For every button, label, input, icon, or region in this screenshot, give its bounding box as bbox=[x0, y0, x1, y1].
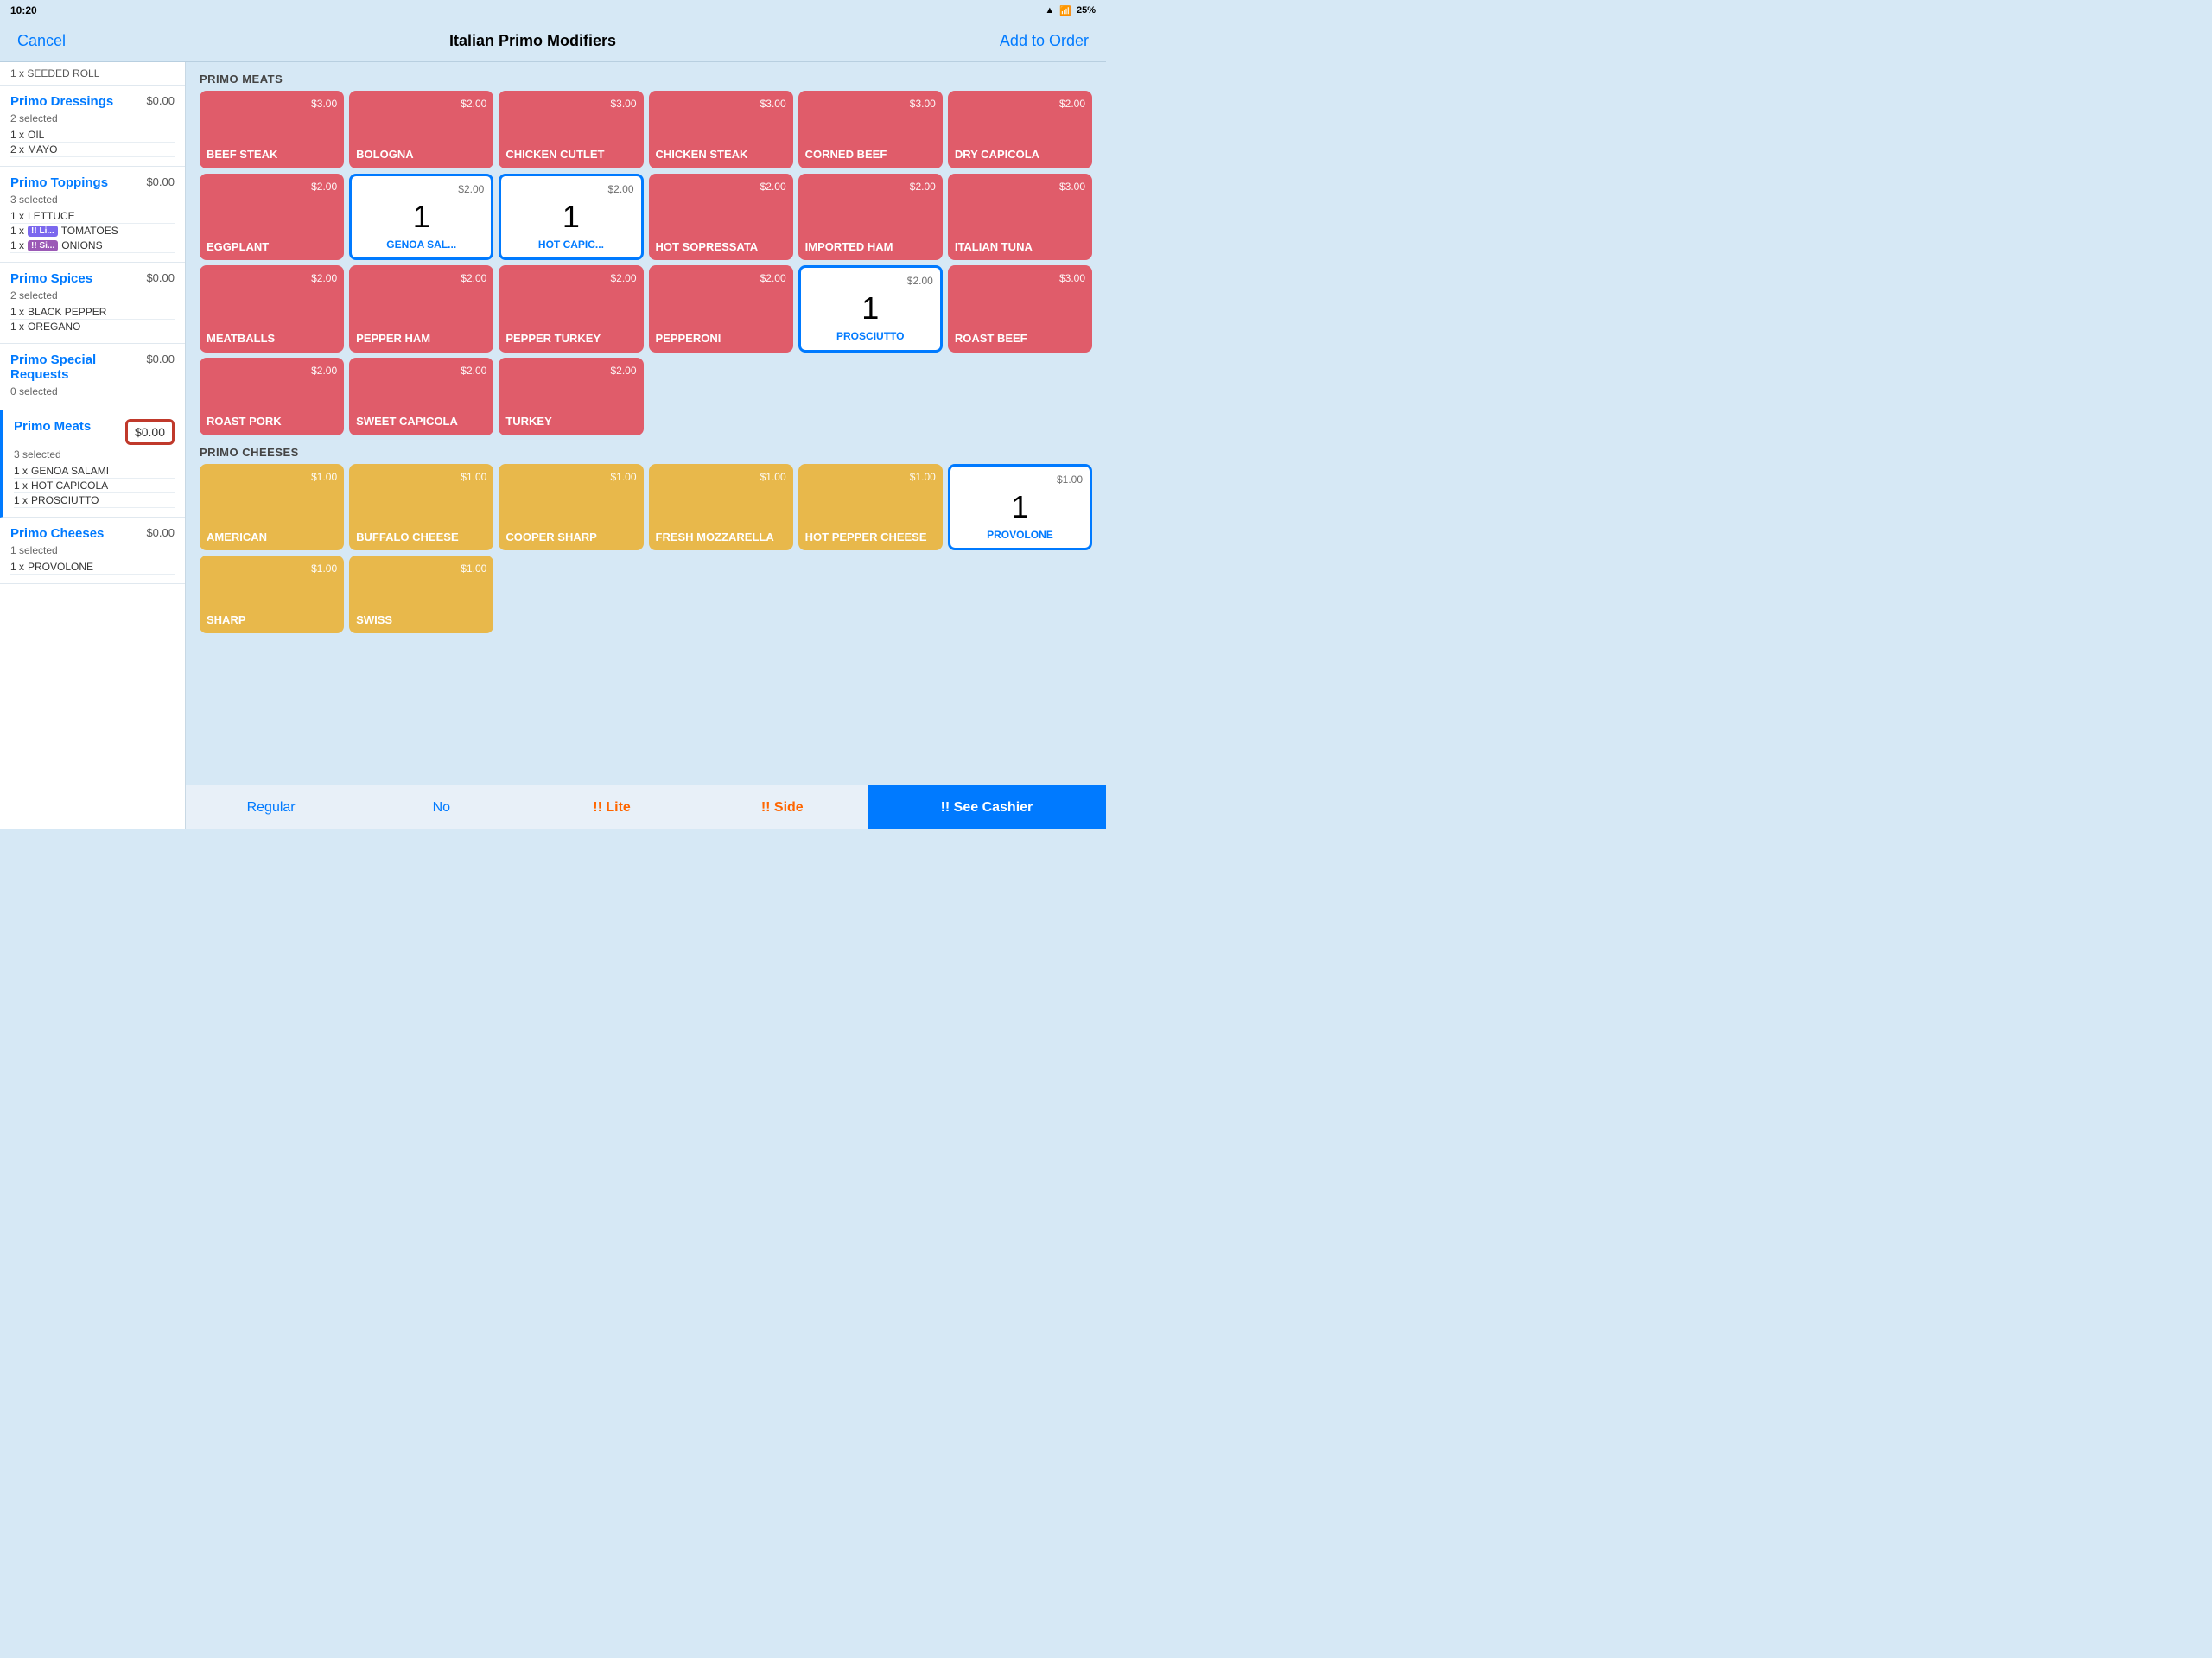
special-label: Primo Special Requests bbox=[10, 353, 146, 382]
meat-tile-pepper-turkey[interactable]: $2.00 PEPPER TURKEY bbox=[499, 265, 643, 352]
sidebar: 1 x SEEDED ROLL Primo Dressings $0.00 2 … bbox=[0, 62, 186, 829]
meat-tile-prosciutto[interactable]: $2.00 1 PROSCIUTTO bbox=[798, 265, 943, 352]
cheeses-section-label: PRIMO CHEESES bbox=[200, 446, 1092, 459]
meat-tile-dry-capicola[interactable]: $2.00 DRY CAPICOLA bbox=[948, 91, 1092, 168]
meat-tile-genoa-sal[interactable]: $2.00 1 GENOA SAL... bbox=[349, 174, 493, 260]
cheese-tile-american[interactable]: $1.00 AMERICAN bbox=[200, 464, 344, 550]
cheese-tile-provolone[interactable]: $1.00 1 PROVOLONE bbox=[948, 464, 1092, 550]
cheese-tile-sharp[interactable]: $1.00 SHARP bbox=[200, 556, 344, 633]
see-cashier-button[interactable]: !! See Cashier bbox=[868, 785, 1106, 829]
sidebar-section-cheeses[interactable]: Primo Cheeses $0.00 1 selected 1 xPROVOL… bbox=[0, 518, 185, 584]
toppings-list: 1 xLETTUCE 1 x!! Li...TOMATOES 1 x!! Si.… bbox=[10, 209, 175, 253]
toppings-selected: 3 selected bbox=[10, 194, 175, 206]
special-price: $0.00 bbox=[146, 353, 175, 365]
cheese-tile-hot-pepper-cheese[interactable]: $1.00 HOT PEPPER CHEESE bbox=[798, 464, 943, 550]
meat-tile-imported-ham[interactable]: $2.00 IMPORTED HAM bbox=[798, 174, 943, 260]
lite-button[interactable]: !! Lite bbox=[526, 785, 696, 829]
meats-section-label: PRIMO MEATS bbox=[200, 73, 1092, 86]
status-time: 10:20 bbox=[10, 4, 37, 16]
list-item: 1 xHOT CAPICOLA bbox=[14, 479, 175, 493]
toppings-price: $0.00 bbox=[146, 175, 175, 188]
meats-list: 1 xGENOA SALAMI 1 xHOT CAPICOLA 1 xPROSC… bbox=[14, 464, 175, 508]
cheeses-list: 1 xPROVOLONE bbox=[10, 560, 175, 575]
meat-tile-roast-beef[interactable]: $3.00 ROAST BEEF bbox=[948, 265, 1092, 352]
toppings-label: Primo Toppings bbox=[10, 175, 108, 190]
main-layout: 1 x SEEDED ROLL Primo Dressings $0.00 2 … bbox=[0, 62, 1106, 829]
no-button[interactable]: No bbox=[356, 785, 526, 829]
sidebar-section-special[interactable]: Primo Special Requests $0.00 0 selected bbox=[0, 344, 185, 410]
list-item: 1 xLETTUCE bbox=[10, 209, 175, 224]
cheeses-label: Primo Cheeses bbox=[10, 526, 104, 541]
side-button[interactable]: !! Side bbox=[697, 785, 868, 829]
spices-list: 1 xBLACK PEPPER 1 xOREGANO bbox=[10, 305, 175, 334]
meat-tile-beef-steak[interactable]: $3.00 BEEF STEAK bbox=[200, 91, 344, 168]
meat-tile-bologna[interactable]: $2.00 BOLOGNA bbox=[349, 91, 493, 168]
header: Cancel Italian Primo Modifiers Add to Or… bbox=[0, 21, 1106, 62]
cheese-tile-swiss[interactable]: $1.00 SWISS bbox=[349, 556, 493, 633]
meats-section: PRIMO MEATS $3.00 BEEF STEAK $2.00 BOLOG… bbox=[200, 73, 1092, 435]
spices-price: $0.00 bbox=[146, 271, 175, 284]
list-item: 1 x!! Li...TOMATOES bbox=[10, 224, 175, 238]
regular-button[interactable]: Regular bbox=[186, 785, 356, 829]
meats-selected: 3 selected bbox=[14, 448, 175, 461]
meats-label: Primo Meats bbox=[14, 419, 91, 434]
meat-tile-italian-tuna[interactable]: $3.00 ITALIAN TUNA bbox=[948, 174, 1092, 260]
battery-indicator: 25% bbox=[1077, 5, 1096, 16]
list-item: 1 xOIL bbox=[10, 128, 175, 143]
cheese-tile-cooper-sharp[interactable]: $1.00 COOPER SHARP bbox=[499, 464, 643, 550]
wifi-icon: 📶 bbox=[1059, 5, 1071, 16]
bottom-toolbar: Regular No !! Lite !! Side !! See Cashie… bbox=[186, 785, 1106, 829]
special-selected: 0 selected bbox=[10, 385, 175, 397]
list-item: 1 xPROSCIUTTO bbox=[14, 493, 175, 508]
sidebar-section-spices[interactable]: Primo Spices $0.00 2 selected 1 xBLACK P… bbox=[0, 263, 185, 344]
cheeses-section: PRIMO CHEESES $1.00 AMERICAN $1.00 BUFFA… bbox=[200, 446, 1092, 633]
list-item: 2 xMAYO bbox=[10, 143, 175, 157]
meat-tile-turkey[interactable]: $2.00 TURKEY bbox=[499, 358, 643, 435]
dressings-label: Primo Dressings bbox=[10, 94, 113, 109]
list-item: 1 x!! Si...ONIONS bbox=[10, 238, 175, 253]
meats-grid: $3.00 BEEF STEAK $2.00 BOLOGNA $3.00 CHI… bbox=[200, 91, 1092, 435]
cheeses-price: $0.00 bbox=[146, 526, 175, 539]
status-bar: 10:20 ▲ 📶 25% bbox=[0, 0, 1106, 21]
content-area: PRIMO MEATS $3.00 BEEF STEAK $2.00 BOLOG… bbox=[186, 62, 1106, 785]
page-title: Italian Primo Modifiers bbox=[449, 32, 616, 50]
meat-tile-hot-capic[interactable]: $2.00 1 HOT CAPIC... bbox=[499, 174, 643, 260]
meat-tile-chicken-cutlet[interactable]: $3.00 CHICKEN CUTLET bbox=[499, 91, 643, 168]
list-item: 1 xGENOA SALAMI bbox=[14, 464, 175, 479]
meat-tile-sweet-capicola[interactable]: $2.00 SWEET CAPICOLA bbox=[349, 358, 493, 435]
dressings-list: 1 xOIL 2 xMAYO bbox=[10, 128, 175, 157]
meat-tile-pepperoni[interactable]: $2.00 PEPPERONI bbox=[649, 265, 793, 352]
meat-tile-pepper-ham[interactable]: $2.00 PEPPER HAM bbox=[349, 265, 493, 352]
meat-tile-chicken-steak[interactable]: $3.00 CHICKEN STEAK bbox=[649, 91, 793, 168]
spices-label: Primo Spices bbox=[10, 271, 92, 286]
meat-tile-meatballs[interactable]: $2.00 MEATBALLS bbox=[200, 265, 344, 352]
signal-icon: ▲ bbox=[1045, 5, 1054, 16]
dressings-selected: 2 selected bbox=[10, 112, 175, 124]
list-item: 1 xPROVOLONE bbox=[10, 560, 175, 575]
list-item: 1 xBLACK PEPPER bbox=[10, 305, 175, 320]
sidebar-section-toppings[interactable]: Primo Toppings $0.00 3 selected 1 xLETTU… bbox=[0, 167, 185, 263]
cheeses-selected: 1 selected bbox=[10, 544, 175, 556]
cheeses-grid: $1.00 AMERICAN $1.00 BUFFALO CHEESE $1.0… bbox=[200, 464, 1092, 633]
sidebar-section-dressings[interactable]: Primo Dressings $0.00 2 selected 1 xOIL … bbox=[0, 86, 185, 167]
status-icons: ▲ 📶 25% bbox=[1045, 5, 1096, 16]
add-to-order-button[interactable]: Add to Order bbox=[1000, 32, 1089, 50]
list-item: 1 xOREGANO bbox=[10, 320, 175, 334]
dressings-price: $0.00 bbox=[146, 94, 175, 107]
meat-tile-eggplant[interactable]: $2.00 EGGPLANT bbox=[200, 174, 344, 260]
meat-tile-hot-sopressata[interactable]: $2.00 HOT SOPRESSATA bbox=[649, 174, 793, 260]
meats-price-box: $0.00 bbox=[125, 419, 175, 445]
meat-tile-corned-beef[interactable]: $3.00 CORNED BEEF bbox=[798, 91, 943, 168]
cheese-tile-buffalo-cheese[interactable]: $1.00 BUFFALO CHEESE bbox=[349, 464, 493, 550]
meat-tile-roast-pork[interactable]: $2.00 ROAST PORK bbox=[200, 358, 344, 435]
spices-selected: 2 selected bbox=[10, 289, 175, 302]
sidebar-section-meats[interactable]: Primo Meats $0.00 3 selected 1 xGENOA SA… bbox=[0, 410, 185, 518]
cheese-tile-fresh-mozzarella[interactable]: $1.00 FRESH MOZZARELLA bbox=[649, 464, 793, 550]
seeded-roll-item: 1 x SEEDED ROLL bbox=[0, 62, 185, 86]
cancel-button[interactable]: Cancel bbox=[17, 32, 66, 50]
